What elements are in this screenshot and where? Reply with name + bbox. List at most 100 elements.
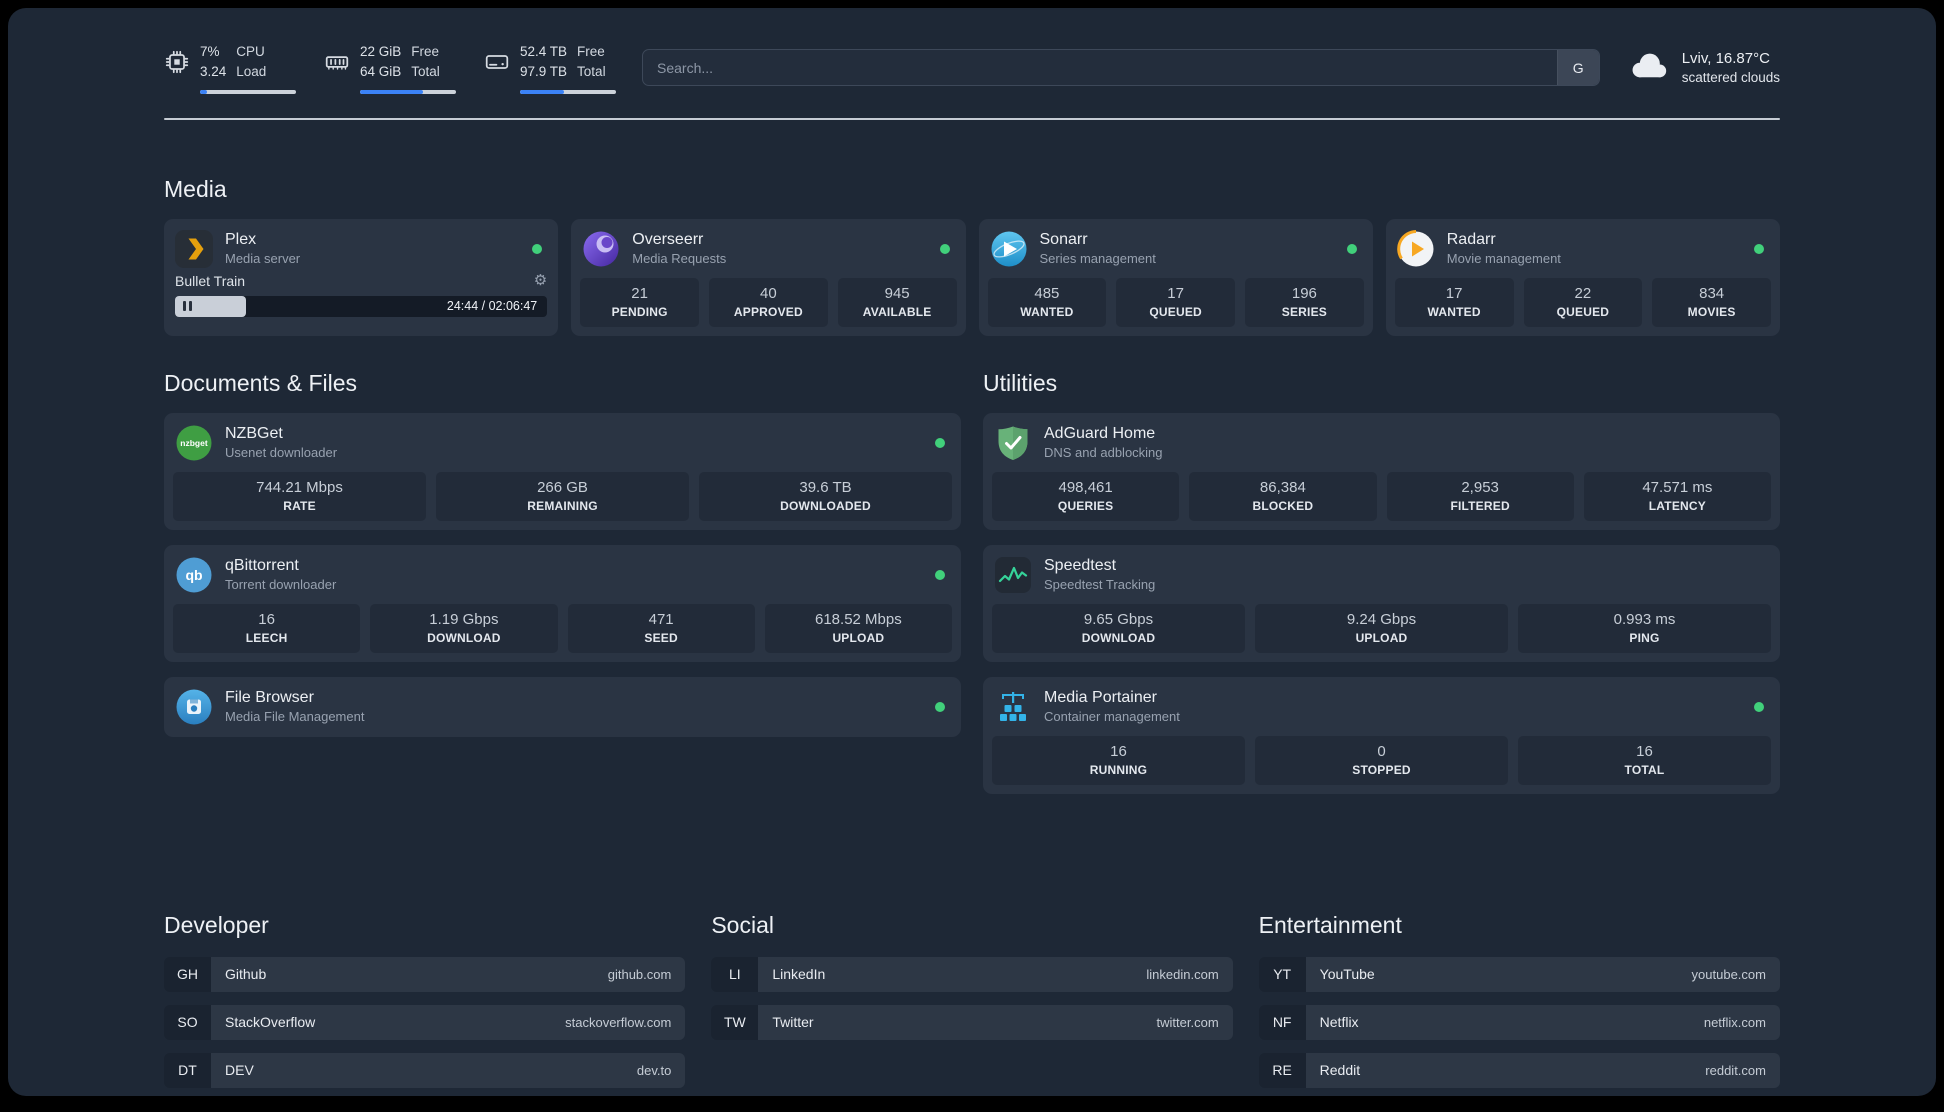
search-bar: G (642, 49, 1600, 87)
disk-free-label: Free (577, 44, 605, 59)
service-subtitle: DNS and adblocking (1044, 445, 1163, 460)
service-card-sonarr[interactable]: Sonarr Series management 485 WANTED 17 Q… (978, 218, 1373, 336)
service-card-qbittorrent[interactable]: qb qBittorrent Torrent downloader 16 LEE… (164, 544, 961, 662)
bookmark-youtube[interactable]: YT YouTube youtube.com (1258, 956, 1780, 992)
stat-wanted: 17 WANTED (1394, 277, 1514, 327)
weather-widget[interactable]: Lviv, 16.87°C scattered clouds (1626, 50, 1780, 85)
service-name: Overseerr (632, 231, 704, 248)
disk-free-value: 52.4 TB (520, 44, 568, 59)
filebrowser-icon (175, 688, 213, 726)
bookmark-netflix[interactable]: NF Netflix netflix.com (1258, 1004, 1780, 1040)
stat-upload: 618.52 Mbps UPLOAD (764, 603, 952, 653)
dashboard-page: 7% 3.24 CPU Load 22 GiB 64 GiB Free Tota… (8, 8, 1936, 1096)
speedtest-icon (994, 556, 1032, 594)
gear-icon[interactable]: ⚙ (534, 273, 547, 288)
cpu-usage-label: CPU (236, 44, 265, 59)
bookmark-name: StackOverflow (225, 1014, 316, 1030)
pause-icon[interactable] (183, 301, 192, 311)
cpu-progress-bar (200, 89, 296, 94)
memory-progress-fill (360, 89, 424, 94)
stat-movies: 834 MOVIES (1652, 277, 1771, 327)
bookmark-name: Reddit (1319, 1062, 1361, 1078)
stat-stopped: 0 STOPPED (1255, 735, 1508, 785)
bookmark-reddit[interactable]: RE Reddit reddit.com (1258, 1052, 1780, 1088)
bookmark-github[interactable]: GH Github github.com (164, 956, 686, 992)
plex-now-playing: Bullet Train ⚙ 24:44 / 02:06:47 (173, 273, 549, 317)
bookmark-abbr: GH (164, 956, 211, 992)
svg-text:qb: qb (185, 567, 202, 583)
service-name: AdGuard Home (1044, 425, 1156, 442)
service-card-radarr[interactable]: Radarr Movie management 17 WANTED 22 QUE… (1385, 218, 1780, 336)
bookmark-group-developer: Developer GH Github github.com SO StackO… (164, 911, 686, 1097)
playback-progress-bar[interactable]: 24:44 / 02:06:47 (175, 295, 548, 317)
search-input[interactable] (643, 50, 1557, 86)
service-card-nzbget[interactable]: nzbget NZBGet Usenet downloader 744.21 M… (164, 412, 961, 530)
status-dot (935, 569, 945, 580)
service-card-plex[interactable]: Plex Media server Bullet Train ⚙ 24:44 /… (164, 218, 559, 336)
playback-time: 24:44 / 02:06:47 (446, 299, 538, 313)
service-subtitle: Media File Management (225, 709, 365, 724)
service-name: Radarr (1446, 231, 1496, 248)
cpu-usage-value: 7% (200, 44, 220, 59)
memory-widget: 22 GiB 64 GiB Free Total (324, 42, 456, 94)
service-subtitle: Series management (1039, 251, 1156, 266)
service-subtitle: Torrent downloader (225, 577, 337, 592)
section-title-utilities: Utilities (983, 369, 1058, 396)
memory-progress-bar (360, 89, 456, 94)
memory-free-label: Free (411, 44, 440, 59)
service-card-portainer[interactable]: Media Portainer Container management 16 … (983, 676, 1780, 794)
cpu-load-label: Load (236, 64, 267, 80)
service-card-speedtest[interactable]: Speedtest Speedtest Tracking 9.65 Gbps D… (983, 544, 1780, 662)
playback-progress-fill (175, 295, 246, 317)
section-title-developer: Developer (164, 911, 269, 938)
weather-condition: scattered clouds (1681, 70, 1780, 86)
bookmark-dev[interactable]: DT DEV dev.to (164, 1052, 686, 1088)
stat-approved: 40 APPROVED (709, 277, 828, 327)
service-name: qBittorrent (225, 557, 299, 574)
bookmark-abbr: SO (164, 1004, 211, 1040)
plex-icon (175, 229, 213, 268)
service-card-filebrowser[interactable]: File Browser Media File Management (164, 676, 961, 737)
service-name: Media Portainer (1044, 689, 1157, 706)
radarr-icon (1396, 229, 1435, 268)
section-utilities: Utilities AdGuard Home DNS and adblockin… (983, 370, 1780, 794)
stat-pending: 21 PENDING (580, 277, 699, 327)
cpu-load-value: 3.24 (200, 64, 227, 80)
bookmark-abbr: DT (164, 1052, 211, 1088)
cpu-widget: 7% 3.24 CPU Load (164, 42, 296, 94)
bookmark-domain: youtube.com (1691, 966, 1766, 982)
bookmark-name: YouTube (1319, 966, 1375, 982)
stat-rate: 744.21 Mbps RATE (173, 471, 426, 521)
nzbget-icon: nzbget (175, 424, 213, 462)
status-dot (935, 437, 945, 448)
service-card-overseerr[interactable]: Overseerr Media Requests 21 PENDING 40 A… (571, 218, 966, 336)
bookmark-abbr: YT (1258, 956, 1306, 992)
bookmark-linkedin[interactable]: LI LinkedIn linkedin.com (711, 956, 1233, 992)
bookmark-group-social: Social LI LinkedIn linkedin.com TW Twitt… (711, 911, 1233, 1097)
now-playing-title: Bullet Train (175, 272, 246, 289)
bookmark-name: Github (225, 966, 267, 982)
qbittorrent-icon: qb (175, 556, 213, 594)
stat-blocked: 86,384 BLOCKED (1189, 471, 1377, 521)
disk-total-label: Total (577, 64, 606, 80)
bookmark-domain: linkedin.com (1146, 966, 1219, 982)
service-name: Sonarr (1039, 231, 1088, 248)
disk-total-value: 97.9 TB (520, 64, 568, 80)
service-card-adguard[interactable]: AdGuard Home DNS and adblocking 498,461 … (983, 412, 1780, 530)
bookmark-abbr: NF (1258, 1004, 1306, 1040)
service-subtitle: Media server (225, 251, 301, 266)
bookmark-abbr: TW (711, 1004, 759, 1040)
bookmark-twitter[interactable]: TW Twitter twitter.com (711, 1004, 1233, 1040)
status-dot (1754, 243, 1764, 254)
bookmark-stackoverflow[interactable]: SO StackOverflow stackoverflow.com (164, 1004, 686, 1040)
stat-upload: 9.24 Gbps UPLOAD (1255, 603, 1508, 653)
stat-available: 945 AVAILABLE (837, 277, 957, 327)
bookmark-name: Twitter (772, 1014, 814, 1030)
stat-running: 16 RUNNING (992, 735, 1245, 785)
stat-queries: 498,461 QUERIES (992, 471, 1180, 521)
stat-remaining: 266 GB REMAINING (436, 471, 689, 521)
bookmark-domain: dev.to (636, 1062, 672, 1078)
section-media: Media Plex Media server Bullet Train ⚙ 2… (164, 176, 1780, 336)
search-engine-button[interactable]: G (1556, 50, 1599, 86)
section-title-social: Social (711, 911, 774, 938)
